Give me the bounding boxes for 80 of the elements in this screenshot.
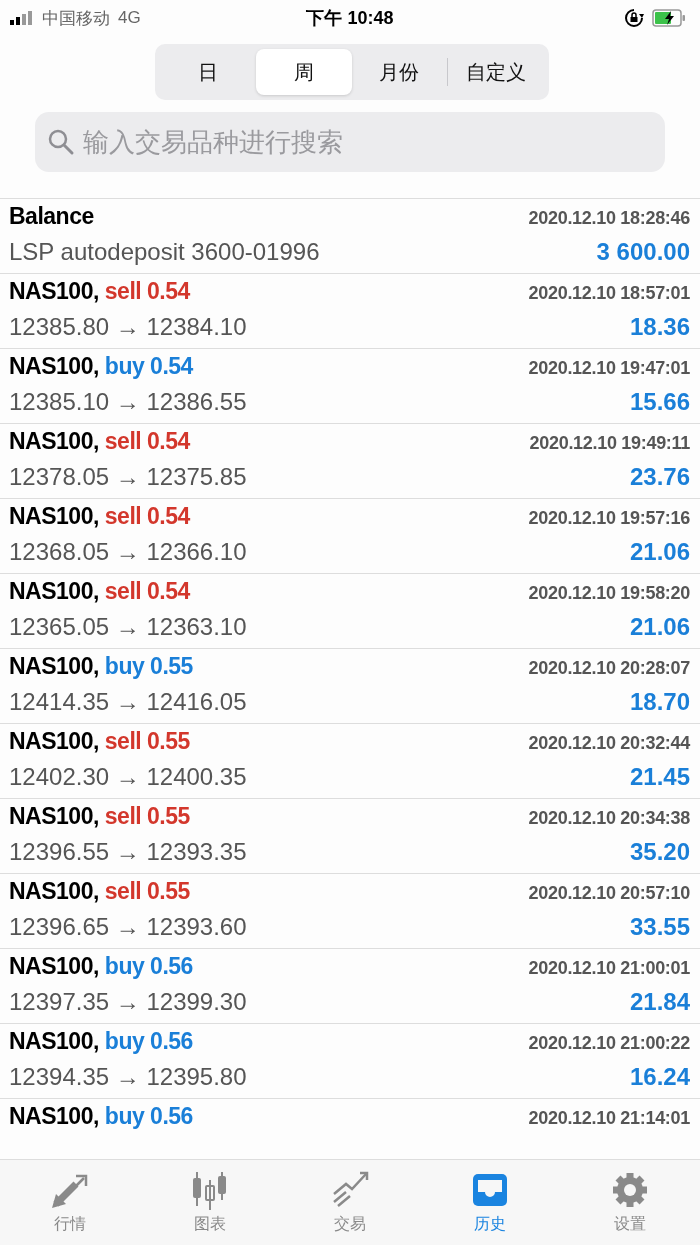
deal-type: sell 0.54 xyxy=(104,428,190,455)
deal-time: 2020.12.10 19:47:01 xyxy=(528,358,690,379)
deal-time: 2020.12.10 18:57:01 xyxy=(528,283,690,304)
profit-amount: 21.45 xyxy=(629,763,690,791)
deal-time: 2020.12.10 21:00:22 xyxy=(528,1033,690,1054)
deal-time: 2020.12.10 20:32:44 xyxy=(528,733,690,754)
status-time: 下午 10:48 xyxy=(306,7,394,30)
symbol-name: NAS100, xyxy=(9,1028,99,1055)
price-change: 12365.05 → 12363.10 xyxy=(9,613,247,641)
price-change: 12394.35 → 12395.80 xyxy=(9,1063,247,1091)
symbol-name: NAS100, xyxy=(9,1103,99,1130)
price-change: 12385.10 → 12386.55 xyxy=(9,388,247,416)
profit-amount: 15.66 xyxy=(629,388,690,416)
deal-time: 2020.12.10 20:57:10 xyxy=(528,883,690,904)
deal-time: 2020.12.10 19:49:11 xyxy=(529,433,690,454)
deal-type: buy 0.56 xyxy=(104,1103,193,1130)
deal-type: sell 0.55 xyxy=(104,728,190,755)
deal-time: 2020.12.10 18:28:46 xyxy=(528,208,690,229)
symbol-name: NAS100, xyxy=(9,278,99,305)
network-type: 4G xyxy=(118,8,141,28)
tab-bar-item[interactable]: 图表 xyxy=(140,1160,280,1245)
deal-type: buy 0.55 xyxy=(104,653,193,680)
tab-bar-item[interactable]: 历史 xyxy=(420,1160,560,1245)
symbol-name: NAS100, xyxy=(9,653,99,680)
deal-comment: LSP autodeposit 3600-01996 xyxy=(9,238,320,266)
tab-bar-item[interactable]: 设置 xyxy=(560,1160,700,1245)
deal-type: sell 0.54 xyxy=(104,578,190,605)
search-icon xyxy=(47,128,75,156)
deal-time: 2020.12.10 20:28:07 xyxy=(528,658,690,679)
period-tab[interactable]: 日 xyxy=(160,49,256,95)
symbol-name: NAS100, xyxy=(9,353,99,380)
search-field[interactable]: 输入交易品种进行搜索 xyxy=(35,112,665,172)
price-change: 12402.30 → 12400.35 xyxy=(9,763,247,791)
period-tab[interactable]: 自定义 xyxy=(448,49,544,95)
price-change: 12396.55 → 12393.35 xyxy=(9,838,247,866)
profit-amount: 35.20 xyxy=(629,838,690,866)
symbol-name: NAS100, xyxy=(9,878,99,905)
settings-icon xyxy=(610,1170,650,1210)
tab-bar-item[interactable]: 交易 xyxy=(280,1160,420,1245)
price-change: 12396.65 → 12393.60 xyxy=(9,913,247,941)
price-change: 12378.05 → 12375.85 xyxy=(9,463,247,491)
battery-charging-icon xyxy=(652,9,686,27)
period-tab[interactable]: 月份 xyxy=(351,49,448,95)
profit-amount: 16.24 xyxy=(629,1063,690,1091)
symbol-name: NAS100, xyxy=(9,728,99,755)
deal-time: 2020.12.10 19:58:20 xyxy=(528,583,690,604)
price-change: 12414.35 → 12416.05 xyxy=(9,688,247,716)
deal-type: sell 0.54 xyxy=(104,503,190,530)
price-change: 12368.05 → 12366.10 xyxy=(9,538,247,566)
deal-time: 2020.12.10 19:57:16 xyxy=(528,508,690,529)
deal-type: sell 0.55 xyxy=(104,803,190,830)
deal-time: 2020.12.10 21:14:01 xyxy=(528,1108,690,1129)
period-tab[interactable]: 周 xyxy=(255,49,352,95)
profit-amount: 18.36 xyxy=(629,313,690,341)
symbol-name: NAS100, xyxy=(9,578,99,605)
profit-amount: 23.76 xyxy=(629,463,690,491)
profit-amount: 21.06 xyxy=(629,538,690,566)
rotation-lock-icon xyxy=(624,8,644,28)
profit-amount: 21.06 xyxy=(629,613,690,641)
deal-time: 2020.12.10 20:34:38 xyxy=(528,808,690,829)
deal-type: buy 0.56 xyxy=(104,953,193,980)
symbol-name: NAS100, xyxy=(9,803,99,830)
symbol-name: NAS100, xyxy=(9,503,99,530)
symbol-name: NAS100, xyxy=(9,428,99,455)
deal-time: 2020.12.10 21:00:01 xyxy=(528,958,690,979)
profit-amount: 3 600.00 xyxy=(596,238,690,266)
price-change: 12397.35 → 12399.30 xyxy=(9,988,247,1016)
profit-amount: 33.55 xyxy=(629,913,690,941)
deal-type: buy 0.56 xyxy=(104,1028,193,1055)
entry-type: Balance xyxy=(9,203,94,230)
deal-type: sell 0.55 xyxy=(104,878,190,905)
price-change: 12385.80 → 12384.10 xyxy=(9,313,247,341)
carrier-name: 中国移动 xyxy=(42,7,110,30)
deal-type: sell 0.54 xyxy=(104,278,190,305)
deal-type: buy 0.54 xyxy=(104,353,193,380)
tab-bar-item[interactable]: 行情 xyxy=(0,1160,140,1245)
symbol-name: NAS100, xyxy=(9,953,99,980)
signal-icon xyxy=(10,11,34,25)
profit-amount: 21.84 xyxy=(629,988,690,1016)
profit-amount: 18.70 xyxy=(629,688,690,716)
